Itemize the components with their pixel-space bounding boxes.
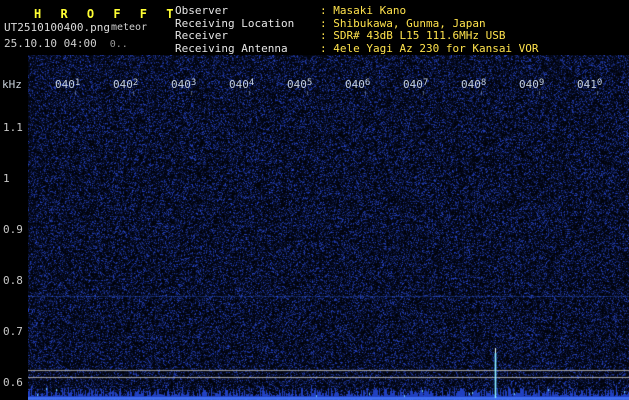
info-separator: : [320, 29, 334, 43]
info-value: SDR# 43dB L15 111.6MHz USB [333, 29, 506, 43]
time-tick-label: 0406 [345, 78, 371, 91]
spectrogram-canvas [28, 55, 629, 400]
hrofft-screen: H R O F F T UT2510100400.pngmeteor 25.10… [0, 0, 629, 400]
datetime-suffix: 0.. [109, 39, 128, 50]
time-axis: 0401 0402 0403 0404 0405 0406 0407 0408 0409 0410 [0, 78, 629, 94]
info-separator: : [320, 4, 334, 17]
frequency-tick-label: 0.9 [3, 223, 23, 236]
time-tick-label: 0410 [577, 78, 603, 91]
frequency-axis: 1.1 1 0.9 0.8 0.7 0.6 [0, 0, 28, 400]
info-separator: : [320, 16, 334, 30]
time-tick-label: 0401 [55, 78, 81, 91]
time-tick-label: 0404 [229, 78, 255, 91]
frequency-tick-label: 0.7 [3, 325, 23, 338]
spectrogram-plot [28, 55, 629, 400]
info-label: Receiver [175, 29, 228, 43]
time-tick-label: 0409 [519, 78, 545, 91]
frequency-tick-label: 1 [3, 172, 10, 185]
time-tick-label: 0408 [461, 78, 487, 91]
info-label: Observer [175, 4, 228, 17]
meteor-tag: meteor [110, 22, 148, 33]
time-tick-label: 0405 [287, 78, 313, 91]
frequency-tick-label: 0.6 [3, 376, 23, 389]
info-value: Masaki Kano [333, 4, 407, 17]
time-tick-label: 0407 [403, 78, 429, 91]
station-info: Observer: Masaki Kano Receiving Location:… [175, 4, 539, 56]
info-separator: : [320, 41, 334, 55]
info-value: 4ele Yagi Az 230 for Kansai VOR [333, 41, 539, 55]
app-title: H R O F F T [34, 7, 180, 21]
time-tick-label: 0402 [113, 78, 139, 91]
time-tick-label: 0403 [171, 78, 197, 91]
frequency-tick-label: 0.8 [3, 274, 23, 287]
info-row: Receiving Antenna: 4ele Yagi Az 230 for … [175, 41, 539, 56]
info-value: Shibukawa, Gunma, Japan [333, 16, 486, 30]
info-label: Receiving Antenna [175, 41, 288, 55]
frequency-tick-label: 1.1 [3, 121, 23, 134]
